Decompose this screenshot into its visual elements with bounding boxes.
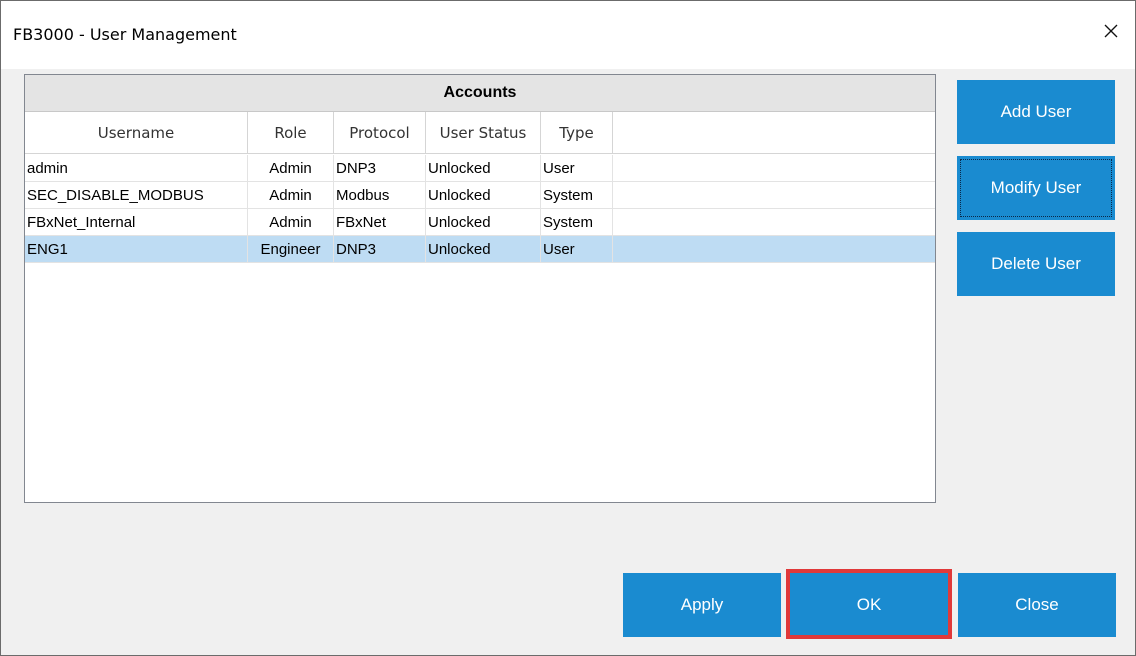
close-icon[interactable] [1087, 11, 1135, 51]
cell-filler [613, 182, 935, 209]
cell-filler [613, 236, 935, 263]
cell-filler [613, 155, 935, 182]
column-header-type[interactable]: Type [541, 112, 613, 154]
table-row[interactable]: SEC_DISABLE_MODBUS Admin Modbus Unlocked Sys… [25, 182, 935, 209]
column-header-role[interactable]: Role [248, 112, 334, 154]
cell-protocol: DNP3 [334, 236, 426, 263]
cell-user-status: Unlocked [426, 236, 541, 263]
apply-button[interactable]: Apply [623, 573, 781, 637]
cell-username: admin [25, 155, 248, 182]
column-header-protocol[interactable]: Protocol [334, 112, 426, 154]
close-icon-glyph [1104, 24, 1118, 38]
title-bar: FB3000 - User Management [1, 1, 1135, 69]
modify-user-button[interactable]: Modify User [957, 156, 1115, 220]
accounts-grid-title: Accounts [25, 75, 935, 112]
cell-type: System [541, 182, 613, 209]
cell-type: User [541, 236, 613, 263]
user-management-dialog: FB3000 - User Management Accounts Userna… [0, 0, 1136, 656]
cell-type: System [541, 209, 613, 236]
ok-button[interactable]: OK [790, 573, 948, 637]
cell-user-status: Unlocked [426, 182, 541, 209]
cell-username: FBxNet_Internal [25, 209, 248, 236]
table-row[interactable]: FBxNet_Internal Admin FBxNet Unlocked System [25, 209, 935, 236]
column-header-user-status[interactable]: User Status [426, 112, 541, 154]
cell-user-status: Unlocked [426, 155, 541, 182]
cell-username: SEC_DISABLE_MODBUS [25, 182, 248, 209]
table-row[interactable]: ENG1 Engineer DNP3 Unlocked User [25, 236, 935, 263]
column-header-filler [613, 112, 935, 154]
cell-user-status: Unlocked [426, 209, 541, 236]
window-title: FB3000 - User Management [13, 25, 237, 44]
cell-type: User [541, 155, 613, 182]
cell-role: Admin [248, 155, 334, 182]
cell-username: ENG1 [25, 236, 248, 263]
column-header-username[interactable]: Username [25, 112, 248, 154]
cell-protocol: DNP3 [334, 155, 426, 182]
cell-filler [613, 209, 935, 236]
table-row[interactable]: admin Admin DNP3 Unlocked User [25, 155, 935, 182]
cell-role: Admin [248, 182, 334, 209]
cell-role: Engineer [248, 236, 334, 263]
close-button[interactable]: Close [958, 573, 1116, 637]
cell-role: Admin [248, 209, 334, 236]
accounts-grid: Accounts Username Role Protocol User Sta… [24, 74, 936, 503]
cell-protocol: FBxNet [334, 209, 426, 236]
cell-protocol: Modbus [334, 182, 426, 209]
add-user-button[interactable]: Add User [957, 80, 1115, 144]
delete-user-button[interactable]: Delete User [957, 232, 1115, 296]
